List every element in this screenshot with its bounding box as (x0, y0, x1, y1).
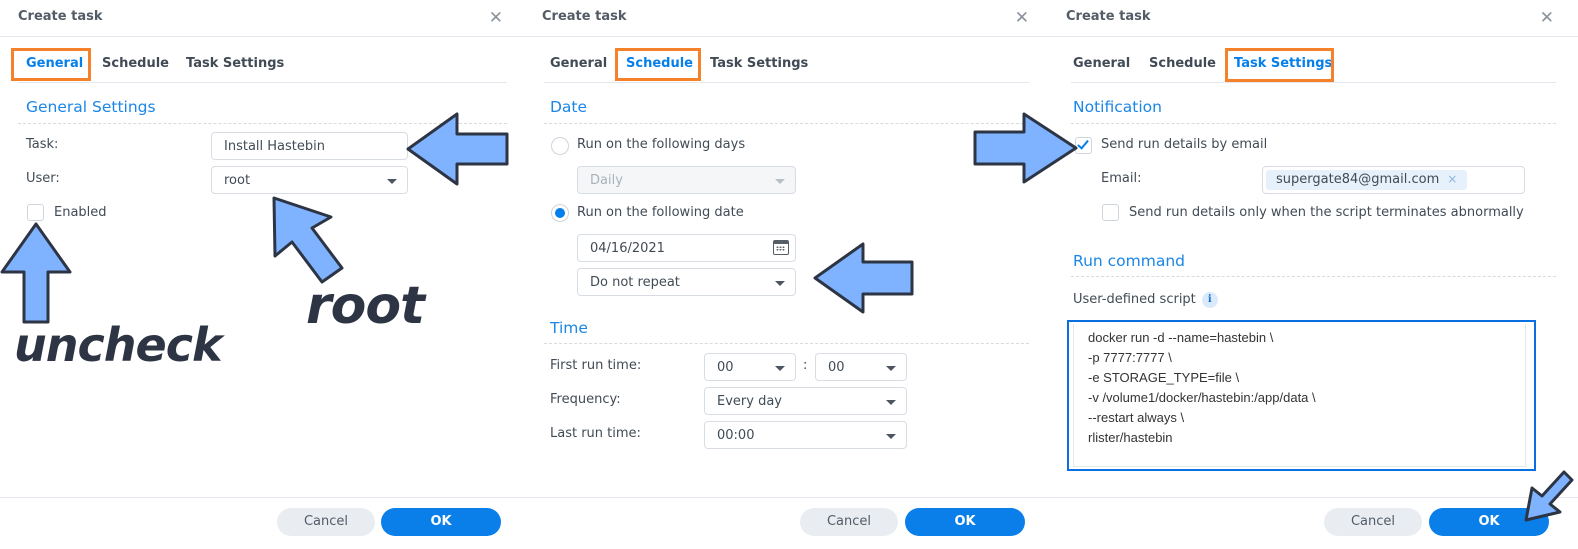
annotation-root: root (306, 276, 425, 336)
highlight-box (615, 48, 701, 81)
chevron-down-icon (387, 179, 397, 184)
user-defined-script-textarea[interactable]: docker run -d --name=hastebin \ -p 7777:… (1067, 320, 1536, 471)
radio-following-date[interactable] (551, 204, 569, 222)
arrow-up-icon (0, 222, 72, 324)
user-defined-script-label: User-defined script i (1073, 292, 1218, 308)
radio-following-date-label: Run on the following date (577, 205, 744, 220)
close-icon[interactable]: ✕ (1015, 8, 1029, 28)
close-icon[interactable]: ✕ (489, 8, 503, 28)
chevron-down-icon (775, 179, 785, 184)
ok-button[interactable]: OK (905, 508, 1025, 536)
info-icon[interactable]: i (1201, 292, 1218, 308)
tab-task-settings[interactable]: Task Settings (710, 56, 808, 71)
first-run-hour-select[interactable]: 00 (704, 353, 796, 381)
calendar-icon[interactable] (773, 240, 789, 255)
chevron-down-icon (886, 400, 896, 405)
chevron-down-icon (886, 434, 896, 439)
days-select: Daily (577, 166, 796, 194)
create-task-dialog-task-settings: Create task ✕ General Schedule Task Sett… (1049, 0, 1578, 549)
enabled-label: Enabled (54, 205, 107, 220)
time-separator: : (803, 358, 808, 373)
enabled-checkbox[interactable] (27, 204, 44, 221)
tab-schedule[interactable]: Schedule (102, 56, 169, 71)
arrow-up-left-icon (272, 196, 344, 284)
remove-email-icon[interactable]: × (1447, 172, 1457, 186)
divider (544, 123, 1029, 124)
highlight-box (1225, 48, 1334, 82)
last-run-time-value: 00:00 (717, 428, 755, 443)
email-value: supergate84@gmail.com (1276, 172, 1440, 187)
email-input[interactable]: supergate84@gmail.com × (1262, 166, 1525, 194)
dialog-titlebar: Create task ✕ (524, 0, 1049, 37)
dialog-title: Create task (18, 9, 103, 24)
tab-bar: General Schedule Task Settings (18, 46, 507, 83)
abnormal-only-checkbox[interactable] (1102, 204, 1119, 221)
section-run-command: Run command (1073, 252, 1186, 270)
radio-following-days-label: Run on the following days (577, 137, 746, 152)
highlight-box (11, 48, 91, 81)
dialog-footer (1049, 497, 1578, 498)
arrow-right-icon (973, 112, 1078, 184)
task-name-input[interactable]: Install Hastebin (211, 132, 408, 160)
frequency-value: Every day (717, 394, 782, 409)
radio-selected-dot (555, 208, 565, 218)
send-email-label: Send run details by email (1101, 137, 1268, 152)
divider (1071, 123, 1556, 124)
section-date: Date (550, 98, 588, 116)
email-chip: supergate84@gmail.com × (1266, 170, 1468, 190)
section-notification: Notification (1073, 98, 1162, 116)
cancel-button[interactable]: Cancel (800, 508, 898, 536)
tab-task-settings[interactable]: Task Settings (186, 56, 284, 71)
tab-general[interactable]: General (1073, 56, 1130, 71)
frequency-label: Frequency: (550, 392, 621, 407)
cancel-button[interactable]: Cancel (1324, 508, 1422, 536)
user-label: User: (26, 171, 60, 186)
abnormal-only-label: Send run details only when the script te… (1129, 205, 1524, 220)
radio-following-days[interactable] (551, 137, 569, 155)
divider (544, 343, 1029, 344)
dialog-title: Create task (542, 9, 627, 24)
annotation-uncheck: uncheck (14, 318, 223, 372)
tab-schedule[interactable]: Schedule (1149, 56, 1216, 71)
ok-button[interactable]: OK (381, 508, 501, 536)
cancel-button[interactable]: Cancel (277, 508, 375, 536)
first-run-minute-select[interactable]: 00 (815, 353, 907, 381)
create-task-dialog-general: Create task ✕ General Schedule Task Sett… (0, 0, 525, 549)
section-time: Time (550, 319, 588, 337)
user-value: root (224, 173, 251, 188)
arrow-down-left-icon (1524, 470, 1574, 522)
script-label-text: User-defined script (1073, 292, 1196, 307)
tab-general[interactable]: General (550, 56, 607, 71)
repeat-value: Do not repeat (590, 275, 680, 290)
arrow-left-icon (406, 112, 509, 186)
first-run-minute-value: 00 (828, 360, 845, 375)
first-run-time-label: First run time: (550, 358, 642, 373)
frequency-select[interactable]: Every day (704, 387, 907, 415)
dialog-footer (524, 497, 1049, 498)
chevron-down-icon (775, 281, 785, 286)
dialog-footer (0, 497, 525, 498)
repeat-select[interactable]: Do not repeat (577, 268, 796, 296)
dialog-titlebar: Create task ✕ (0, 0, 525, 37)
first-run-hour-value: 00 (717, 360, 734, 375)
section-general-settings: General Settings (26, 98, 156, 116)
script-content: docker run -d --name=hastebin \ -p 7777:… (1073, 324, 1526, 467)
chevron-down-icon (886, 366, 896, 371)
task-label: Task: (26, 137, 59, 152)
user-select[interactable]: root (211, 166, 408, 194)
dialog-titlebar: Create task ✕ (1049, 0, 1578, 37)
date-value: 04/16/2021 (590, 241, 665, 256)
date-input[interactable]: 04/16/2021 (577, 234, 796, 262)
days-value: Daily (590, 173, 623, 188)
dialog-title: Create task (1066, 9, 1151, 24)
divider (1071, 276, 1556, 277)
last-run-time-select[interactable]: 00:00 (704, 421, 907, 449)
chevron-down-icon (775, 366, 785, 371)
last-run-time-label: Last run time: (550, 426, 641, 441)
close-icon[interactable]: ✕ (1540, 8, 1554, 28)
create-task-dialog-schedule: Create task ✕ General Schedule Task Sett… (524, 0, 1049, 549)
arrow-left-icon (813, 242, 914, 314)
task-name-value: Install Hastebin (224, 139, 325, 154)
email-label: Email: (1101, 171, 1142, 186)
